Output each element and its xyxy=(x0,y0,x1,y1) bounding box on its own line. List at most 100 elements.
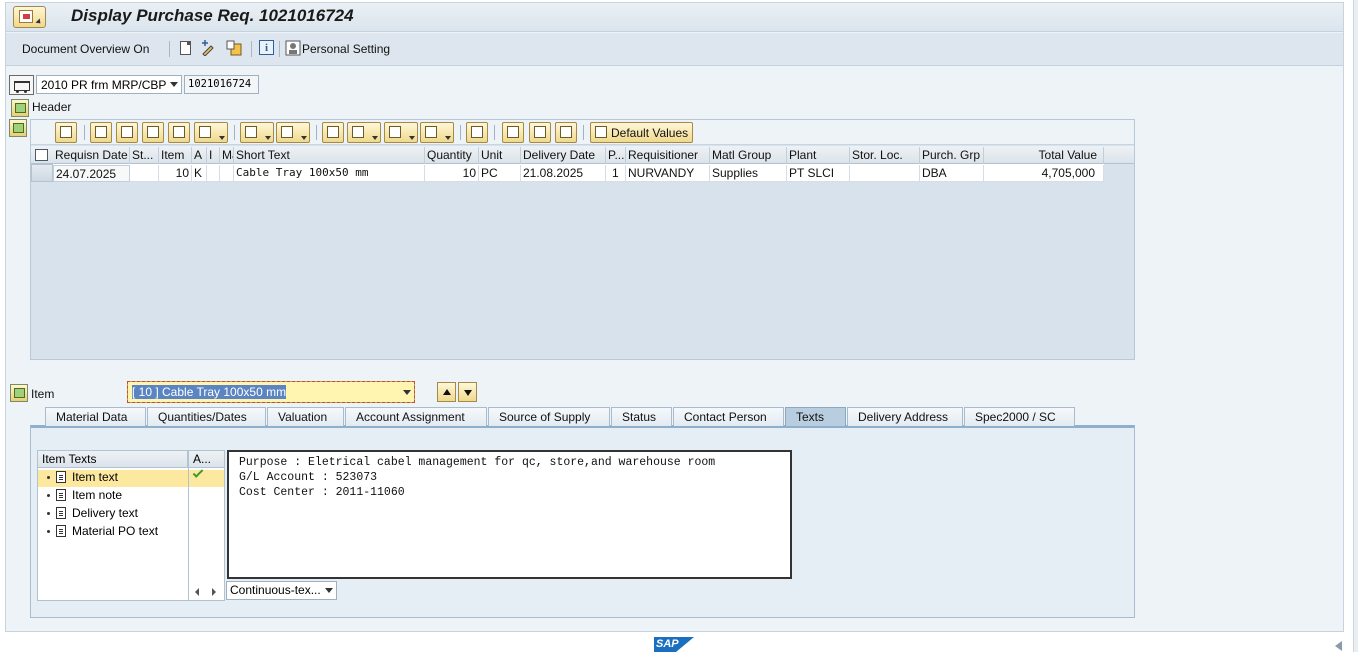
column-header[interactable]: Ma xyxy=(220,147,234,164)
tab-texts[interactable]: Texts xyxy=(785,407,846,426)
export-button[interactable] xyxy=(384,122,418,143)
text-format-value: Continuous-tex... xyxy=(230,583,321,597)
column-header[interactable]: Requisitioner xyxy=(626,147,710,164)
views-button[interactable] xyxy=(347,122,381,143)
column-header[interactable]: A xyxy=(192,147,207,164)
dropdown-icon xyxy=(445,136,451,140)
personal-setting-icon[interactable] xyxy=(285,40,301,56)
tree-item-delivery-text[interactable]: Delivery text xyxy=(38,506,188,523)
tab-status[interactable]: Status xyxy=(611,407,672,426)
tab-quantities-dates[interactable]: Quantities/Dates xyxy=(147,407,266,426)
tab-account-assignment[interactable]: Account Assignment xyxy=(345,407,487,426)
cell-status xyxy=(130,165,159,182)
tree-column-header-active: A... xyxy=(189,451,224,468)
tree-item-item-note[interactable]: Item note xyxy=(38,488,188,505)
tab-spec2000-sc[interactable]: Spec2000 / SC xyxy=(964,407,1075,426)
details-button[interactable] xyxy=(55,122,77,143)
column-header[interactable]: Quantity xyxy=(425,147,479,164)
scroll-right-icon[interactable] xyxy=(212,588,216,596)
column-header[interactable]: Stor. Loc. xyxy=(850,147,920,164)
column-header[interactable]: Purch. Grp xyxy=(920,147,984,164)
display-change-icon[interactable] xyxy=(201,40,217,57)
subtotal-button[interactable] xyxy=(276,122,310,143)
column-header[interactable]: Delivery Date xyxy=(521,147,606,164)
item-detail-collapse-button[interactable] xyxy=(10,384,28,402)
dropdown-icon xyxy=(219,136,225,140)
previous-item-button[interactable] xyxy=(437,382,456,402)
other-document-icon[interactable] xyxy=(226,40,242,56)
views-icon xyxy=(352,126,364,138)
cell-item-category xyxy=(207,165,220,182)
info-icon[interactable]: i xyxy=(259,40,274,55)
status-bar-toggle-icon[interactable] xyxy=(1335,641,1342,651)
header-expand-button[interactable] xyxy=(11,99,29,117)
cell-quantity: 10 xyxy=(425,165,479,182)
document-overview-button[interactable]: Document Overview On xyxy=(22,42,149,56)
column-header[interactable]: P... xyxy=(606,147,626,164)
system-menu-button[interactable] xyxy=(13,6,46,28)
column-header[interactable]: Total Value xyxy=(984,147,1104,164)
tab-contact-person[interactable]: Contact Person xyxy=(673,407,784,426)
release-button[interactable] xyxy=(555,122,577,143)
toolbar-separator xyxy=(279,41,280,57)
menu-icon xyxy=(19,10,33,23)
copy-icon xyxy=(507,126,519,138)
document-type-select[interactable]: 2010 PR frm MRP/CBP xyxy=(36,75,182,94)
cell-delivery-date: 21.08.2025 xyxy=(521,165,606,182)
text-editor[interactable]: Purpose : Eletrical cabel management for… xyxy=(227,450,792,579)
filter-button[interactable] xyxy=(194,122,228,143)
bullet-icon xyxy=(47,494,50,498)
tree-horizontal-scroll[interactable] xyxy=(189,584,225,599)
print-button[interactable] xyxy=(322,122,344,143)
dropdown-icon xyxy=(301,136,307,140)
window-edge xyxy=(1353,0,1358,652)
menu-dropdown-icon xyxy=(35,18,43,26)
tab-valuation[interactable]: Valuation xyxy=(267,407,344,426)
binoculars-icon xyxy=(147,126,159,138)
tree-item-label: Item note xyxy=(72,488,123,502)
select-all-icon[interactable] xyxy=(35,149,48,161)
scroll-left-icon[interactable] xyxy=(195,588,199,596)
document-icon xyxy=(56,471,66,483)
sort-ascending-button[interactable] xyxy=(90,122,112,143)
column-header[interactable]: Matl Group xyxy=(710,147,787,164)
item-label: Item xyxy=(31,387,55,401)
text-format-select[interactable]: Continuous-tex... xyxy=(226,581,337,600)
column-header[interactable]: Short Text xyxy=(234,147,425,164)
default-values-button[interactable]: Default Values xyxy=(590,122,693,143)
column-header[interactable]: I xyxy=(207,147,220,164)
tab-source-of-supply[interactable]: Source of Supply xyxy=(488,407,610,426)
personal-setting-button[interactable]: Personal Setting xyxy=(302,42,390,56)
document-icon xyxy=(56,507,66,519)
toolbar-separator xyxy=(316,125,317,140)
toolbar-separator xyxy=(460,125,461,140)
assign-button[interactable] xyxy=(529,122,551,143)
sum-button[interactable] xyxy=(240,122,274,143)
item-select[interactable]: [ 10 ] Cable Tray 100x50 mm xyxy=(127,381,415,403)
copy-item-button[interactable] xyxy=(502,122,524,143)
item-overview-collapse-button[interactable] xyxy=(9,119,27,137)
column-header[interactable]: Item xyxy=(159,147,192,164)
document-number-field[interactable]: 1021016724 xyxy=(184,75,259,94)
find-next-button[interactable] xyxy=(168,122,190,143)
next-item-button[interactable] xyxy=(458,382,477,402)
tab-delivery-address[interactable]: Delivery Address xyxy=(847,407,963,426)
sap-logo: SAP xyxy=(654,637,694,652)
column-header[interactable]: Plant xyxy=(787,147,850,164)
cell-matl-group: Supplies xyxy=(710,165,787,182)
cell-purch-grp: DBA xyxy=(920,165,984,182)
create-document-icon[interactable] xyxy=(180,41,191,55)
layout-button[interactable] xyxy=(420,122,454,143)
sort-descending-button[interactable] xyxy=(116,122,138,143)
tab-material-data[interactable]: Material Data xyxy=(45,407,146,426)
column-header[interactable]: St... xyxy=(130,147,159,164)
export-icon xyxy=(389,126,401,138)
default-values-icon xyxy=(595,126,607,138)
tree-item-item-text[interactable]: Item text xyxy=(38,470,188,487)
column-header[interactable]: Requisn Date xyxy=(53,147,130,164)
grid-info-button[interactable] xyxy=(466,122,488,143)
find-button[interactable] xyxy=(142,122,164,143)
row-selector[interactable] xyxy=(31,164,53,182)
tree-item-material-po-text[interactable]: Material PO text xyxy=(38,524,188,541)
column-header[interactable]: Unit xyxy=(479,147,521,164)
